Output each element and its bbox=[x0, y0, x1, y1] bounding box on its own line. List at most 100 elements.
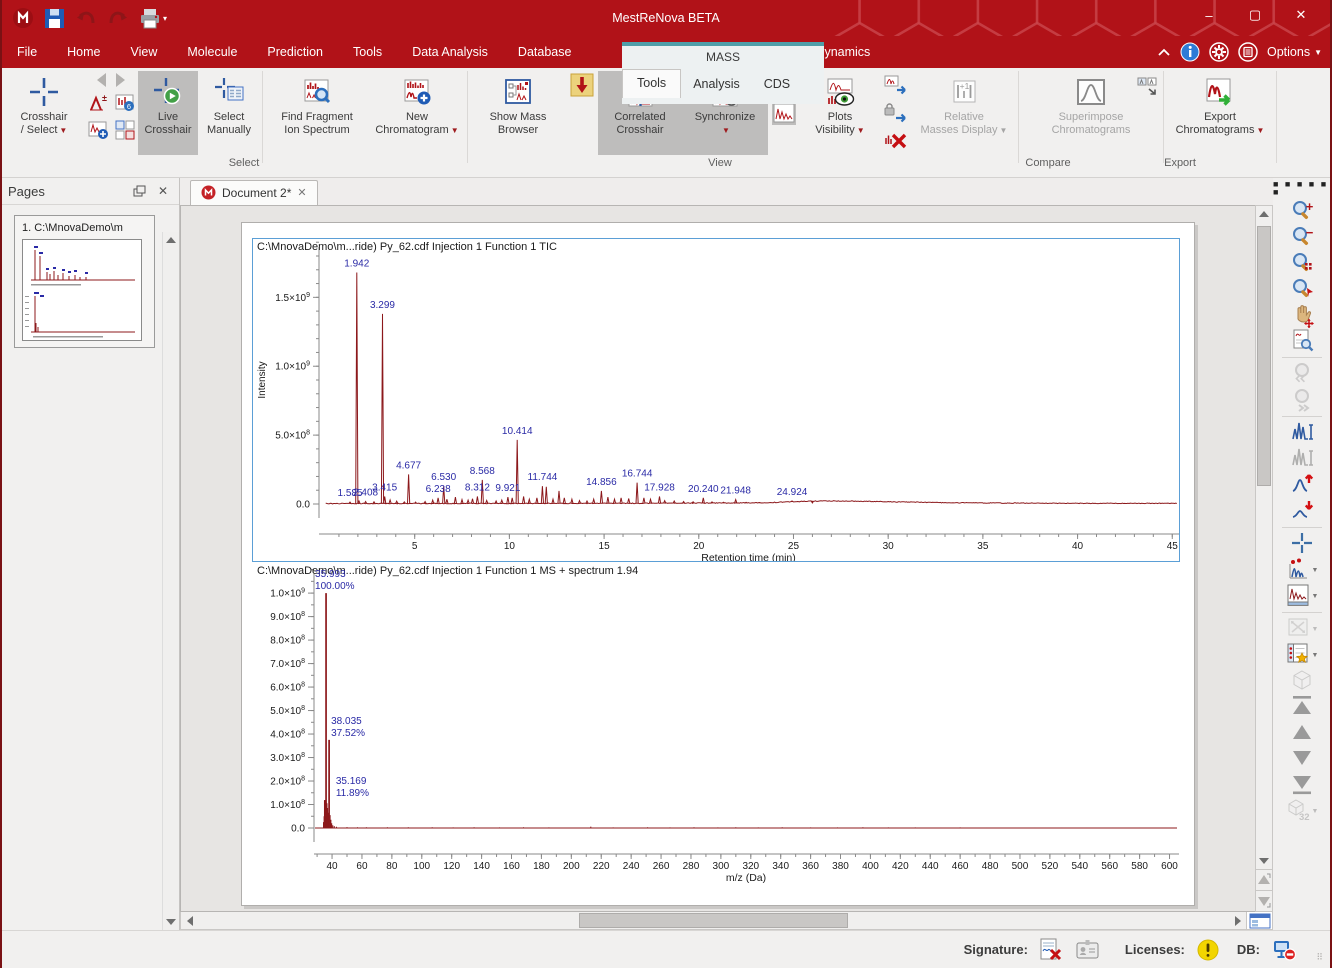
scroll-up-icon[interactable] bbox=[1256, 206, 1272, 222]
redo-icon[interactable] bbox=[107, 8, 129, 28]
mass-subtab-tools[interactable]: Tools bbox=[622, 69, 681, 98]
align-plots-icon[interactable] bbox=[113, 118, 137, 142]
document-canvas[interactable]: 0.05.0×1081.0×1091.5×1095101520253035404… bbox=[180, 205, 1255, 912]
increase-intensity-icon[interactable] bbox=[1273, 472, 1330, 498]
document-tab[interactable]: Document 2* ✕ bbox=[190, 180, 318, 205]
scroll-down-icon[interactable] bbox=[163, 914, 179, 930]
zoom-page-icon[interactable] bbox=[1273, 328, 1330, 354]
undo-icon[interactable] bbox=[75, 8, 97, 28]
decrease-intensity-icon[interactable] bbox=[1273, 498, 1330, 524]
mass-subtab-cds[interactable]: CDS bbox=[752, 71, 802, 98]
send-plot-icon[interactable] bbox=[884, 73, 908, 97]
crosshair-select-button[interactable]: Crosshair/ Select▼ bbox=[4, 71, 84, 155]
license-warning-icon[interactable] bbox=[1197, 939, 1219, 961]
data-table-icon[interactable]: ▼ bbox=[1273, 642, 1330, 668]
help-book-icon[interactable] bbox=[1238, 42, 1258, 62]
export-chromatograms-button[interactable]: ExportChromatograms▼ bbox=[1166, 71, 1274, 155]
new-chromatogram-button[interactable]: NewChromatogram▼ bbox=[369, 71, 465, 155]
move-forward-icon[interactable] bbox=[1273, 720, 1330, 746]
live-crosshair-button[interactable]: LiveCrosshair bbox=[138, 71, 198, 155]
close-button[interactable]: ✕ bbox=[1278, 0, 1324, 30]
menu-item-home[interactable]: Home bbox=[52, 36, 115, 68]
bring-to-front-icon[interactable] bbox=[1273, 694, 1330, 720]
lock-plot-icon[interactable] bbox=[884, 101, 908, 125]
delete-plot-icon[interactable] bbox=[884, 129, 908, 153]
db-disconnected-icon[interactable] bbox=[1272, 939, 1296, 961]
zoom-out-icon[interactable]: − bbox=[1273, 224, 1330, 250]
signature-invalid-icon[interactable] bbox=[1040, 938, 1064, 961]
page-layout-icon[interactable] bbox=[1246, 912, 1272, 929]
add-trace-icon[interactable] bbox=[86, 118, 110, 142]
palette-drag-handle[interactable]: ■ ■ ■ ■ ■ ■ bbox=[1273, 180, 1330, 196]
mnova-logo-icon[interactable] bbox=[12, 7, 34, 29]
sync-spectrum-icon[interactable] bbox=[772, 101, 796, 125]
compare-spectra-icon[interactable] bbox=[1136, 74, 1160, 98]
import-ms-data-icon[interactable] bbox=[570, 73, 594, 97]
scroll-left-icon[interactable] bbox=[181, 912, 198, 929]
collapse-ribbon-icon[interactable] bbox=[1157, 47, 1171, 57]
menu-item-prediction[interactable]: Prediction bbox=[252, 36, 338, 68]
print-icon[interactable]: ▾ bbox=[139, 7, 167, 29]
relative-masses-display-button[interactable]: +1 RelativeMasses Display▼ bbox=[912, 71, 1016, 155]
scroll-up-icon[interactable] bbox=[163, 232, 179, 248]
ms-minor-peaks bbox=[324, 803, 1163, 828]
fit-intensity-icon[interactable]: ▼ bbox=[1273, 557, 1330, 583]
menu-item-view[interactable]: View bbox=[116, 36, 173, 68]
manual-zoom-icon[interactable] bbox=[1273, 276, 1330, 302]
peak-label: 6.238 bbox=[426, 484, 451, 495]
show-mass-browser-button[interactable]: Show MassBrowser bbox=[470, 71, 566, 155]
zoom-in-icon[interactable]: + bbox=[1273, 198, 1330, 224]
find-fragment-ion-spectrum-button[interactable]: Find FragmentIon Spectrum bbox=[265, 71, 369, 155]
minimize-button[interactable]: – bbox=[1186, 0, 1232, 30]
move-backward-icon[interactable] bbox=[1273, 746, 1330, 772]
zoom-selection-icon[interactable] bbox=[1273, 250, 1330, 276]
full-spectrum-alt-icon bbox=[1273, 446, 1330, 472]
signature-id-icon[interactable] bbox=[1076, 939, 1099, 960]
next-page-button[interactable] bbox=[116, 73, 125, 87]
horizontal-scrollbar[interactable] bbox=[180, 912, 1273, 930]
print-dropdown-icon[interactable]: ▾ bbox=[163, 14, 167, 23]
horizontal-scroll-thumb[interactable] bbox=[579, 913, 847, 928]
scroll-right-icon[interactable] bbox=[1229, 912, 1246, 929]
menu-item-database[interactable]: Database bbox=[503, 36, 587, 68]
document-page[interactable]: 0.05.0×1081.0×1091.5×1095101520253035404… bbox=[241, 222, 1195, 906]
save-icon[interactable] bbox=[44, 8, 65, 29]
menu-item-file[interactable]: File bbox=[2, 36, 52, 68]
stacked-plots-icon[interactable]: ▼ bbox=[1273, 583, 1330, 609]
vertical-scrollbar[interactable] bbox=[1255, 205, 1273, 912]
resize-grip[interactable]: ⠿ bbox=[1316, 952, 1324, 963]
peak-label: 38.035 bbox=[331, 716, 362, 727]
scroll-down-icon[interactable] bbox=[1256, 853, 1272, 869]
predict-spectrum-icon[interactable]: ± bbox=[86, 91, 110, 115]
mass-analysis-icon[interactable]: 6 bbox=[113, 91, 137, 115]
pan-icon[interactable] bbox=[1273, 302, 1330, 328]
close-panel-icon[interactable]: ✕ bbox=[153, 184, 173, 198]
next-page-button[interactable] bbox=[1256, 890, 1272, 911]
mass-subtab-analysis[interactable]: Analysis bbox=[681, 71, 752, 98]
tab-close-icon[interactable]: ✕ bbox=[297, 186, 306, 199]
options-button[interactable]: Options▼ bbox=[1267, 45, 1322, 59]
vertical-scroll-thumb[interactable] bbox=[1257, 226, 1271, 486]
menu-item-tools[interactable]: Tools bbox=[338, 36, 397, 68]
tic-chromatogram-chart[interactable]: 0.05.0×1081.0×1091.5×1095101520253035404… bbox=[253, 239, 1179, 561]
mestrenova-window: { "window": { "title": "MestReNova BETA"… bbox=[0, 0, 1332, 968]
pages-scrollbar[interactable] bbox=[162, 232, 179, 930]
gear-icon[interactable] bbox=[1209, 42, 1229, 62]
mass-spectrum-chart[interactable]: 0.01.0×1082.0×1083.0×1084.0×1085.0×1086.… bbox=[253, 563, 1179, 891]
main-area: Pages ✕ 1. C:\MnovaDemo\m bbox=[2, 178, 1330, 930]
page-list-item[interactable]: 1. C:\MnovaDemo\m bbox=[14, 215, 155, 348]
maximize-button[interactable]: ▢ bbox=[1232, 0, 1278, 30]
info-icon[interactable] bbox=[1180, 42, 1200, 62]
send-to-back-icon[interactable] bbox=[1273, 772, 1330, 798]
float-panel-icon[interactable] bbox=[133, 185, 153, 197]
full-spectrum-icon[interactable] bbox=[1273, 420, 1330, 446]
previous-zoom-icon bbox=[1273, 361, 1330, 387]
svg-text:3.0×108: 3.0×108 bbox=[270, 752, 305, 764]
select-manually-button[interactable]: SelectManually bbox=[198, 71, 260, 155]
crosshair-tool-icon[interactable] bbox=[1273, 531, 1330, 557]
menu-item-molecule[interactable]: Molecule bbox=[172, 36, 252, 68]
previous-page-button[interactable] bbox=[1256, 869, 1272, 890]
previous-page-button[interactable] bbox=[97, 73, 106, 87]
superimpose-chromatograms-button[interactable]: SuperimposeChromatograms bbox=[1021, 71, 1161, 155]
menu-item-data-analysis[interactable]: Data Analysis bbox=[397, 36, 503, 68]
